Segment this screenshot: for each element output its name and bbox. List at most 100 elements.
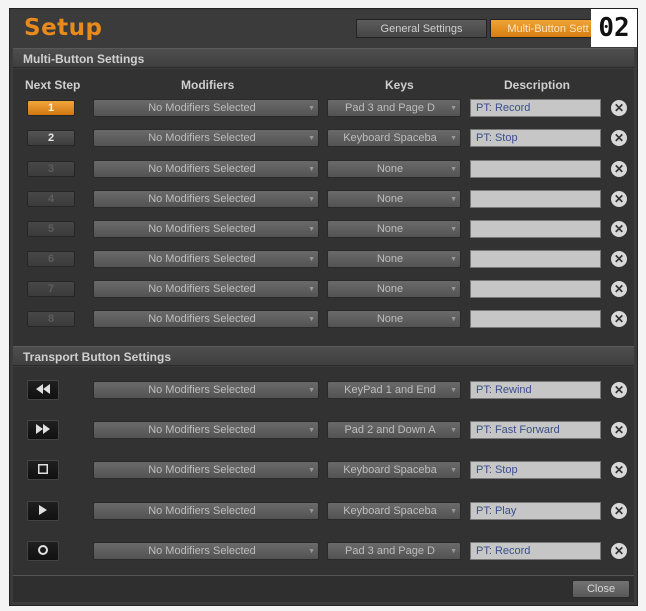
key-dropdown[interactable]: Pad 3 and Page D ▼	[327, 99, 461, 117]
description-field[interactable]: PT: Stop	[470, 461, 601, 479]
transport-row: No Modifiers Selected ▼ Pad 3 and Page D ▼ P…	[10, 540, 639, 562]
modifier-dropdown-value: No Modifiers Selected	[148, 283, 256, 295]
dropdown-caret-icon: ▼	[450, 105, 457, 112]
clear-x-icon[interactable]: ✕	[611, 543, 627, 559]
key-dropdown[interactable]: None ▼	[327, 160, 461, 178]
modifier-dropdown[interactable]: No Modifiers Selected ▼	[93, 99, 319, 117]
modifier-dropdown[interactable]: No Modifiers Selected ▼	[93, 542, 319, 560]
multi-button-row: 4 No Modifiers Selected ▼ None ▼ ✕	[10, 188, 639, 210]
dropdown-caret-icon: ▼	[308, 135, 315, 142]
dropdown-caret-icon: ▼	[308, 427, 315, 434]
clear-x-icon[interactable]: ✕	[611, 251, 627, 267]
dropdown-caret-icon: ▼	[450, 427, 457, 434]
transport-button[interactable]	[27, 420, 59, 440]
key-dropdown[interactable]: None ▼	[327, 250, 461, 268]
description-field[interactable]: PT: Record	[470, 542, 601, 560]
key-dropdown[interactable]: Pad 2 and Down A ▼	[327, 421, 461, 439]
modifier-dropdown-value: No Modifiers Selected	[148, 253, 256, 265]
key-dropdown[interactable]: KeyPad 1 and End ▼	[327, 381, 461, 399]
key-dropdown[interactable]: Pad 3 and Page D ▼	[327, 542, 461, 560]
column-header-description: Description	[504, 78, 571, 92]
modifier-dropdown-value: No Modifiers Selected	[148, 102, 256, 114]
next-step-button[interactable]: 5	[27, 221, 75, 237]
transport-button[interactable]	[27, 541, 59, 561]
transport-section-header: Transport Button Settings	[13, 346, 634, 366]
modifier-dropdown-value: No Modifiers Selected	[148, 132, 256, 144]
description-field[interactable]	[470, 160, 601, 178]
modifier-dropdown[interactable]: No Modifiers Selected ▼	[93, 461, 319, 479]
transport-row: No Modifiers Selected ▼ Keyboard Spaceba ▼ P…	[10, 500, 639, 522]
modifier-dropdown-value: No Modifiers Selected	[148, 505, 256, 517]
dropdown-caret-icon: ▼	[308, 196, 315, 203]
description-field[interactable]	[470, 310, 601, 328]
clear-x-icon[interactable]: ✕	[611, 462, 627, 478]
fast-forward-icon	[36, 421, 50, 439]
modifier-dropdown[interactable]: No Modifiers Selected ▼	[93, 220, 319, 238]
rewind-icon	[36, 381, 50, 399]
next-step-button[interactable]: 8	[27, 311, 75, 327]
close-button[interactable]: Close	[572, 580, 630, 598]
tab-multi-button-settings[interactable]: Multi-Button Sett	[490, 19, 606, 38]
description-field[interactable]: PT: Play	[470, 502, 601, 520]
next-step-button[interactable]: 4	[27, 191, 75, 207]
description-field[interactable]: PT: Rewind	[470, 381, 601, 399]
dropdown-caret-icon: ▼	[450, 286, 457, 293]
transport-button[interactable]	[27, 380, 59, 400]
key-dropdown[interactable]: None ▼	[327, 280, 461, 298]
modifier-dropdown[interactable]: No Modifiers Selected ▼	[93, 190, 319, 208]
key-dropdown-value: KeyPad 1 and End	[344, 384, 436, 396]
description-field[interactable]	[470, 250, 601, 268]
transport-row: No Modifiers Selected ▼ Keyboard Spaceba ▼ P…	[10, 459, 639, 481]
key-dropdown[interactable]: None ▼	[327, 190, 461, 208]
transport-button[interactable]	[27, 501, 59, 521]
clear-x-icon[interactable]: ✕	[611, 191, 627, 207]
modifier-dropdown[interactable]: No Modifiers Selected ▼	[93, 160, 319, 178]
modifier-dropdown[interactable]: No Modifiers Selected ▼	[93, 381, 319, 399]
next-step-button[interactable]: 1	[27, 100, 75, 116]
key-dropdown[interactable]: None ▼	[327, 220, 461, 238]
next-step-button[interactable]: 6	[27, 251, 75, 267]
key-dropdown-value: None	[376, 163, 404, 175]
clear-x-icon[interactable]: ✕	[611, 130, 627, 146]
key-dropdown[interactable]: None ▼	[327, 310, 461, 328]
clear-x-icon[interactable]: ✕	[611, 382, 627, 398]
next-step-button[interactable]: 3	[27, 161, 75, 177]
description-field[interactable]: PT: Stop	[470, 129, 601, 147]
clear-x-icon[interactable]: ✕	[611, 422, 627, 438]
modifier-dropdown[interactable]: No Modifiers Selected ▼	[93, 280, 319, 298]
modifier-dropdown-value: No Modifiers Selected	[148, 424, 256, 436]
dropdown-caret-icon: ▼	[450, 256, 457, 263]
description-field[interactable]: PT: Fast Forward	[470, 421, 601, 439]
clear-x-icon[interactable]: ✕	[611, 503, 627, 519]
modifier-dropdown[interactable]: No Modifiers Selected ▼	[93, 421, 319, 439]
description-field[interactable]	[470, 280, 601, 298]
dropdown-caret-icon: ▼	[308, 226, 315, 233]
figure-badge: 02	[591, 9, 637, 47]
key-dropdown[interactable]: Keyboard Spaceba ▼	[327, 129, 461, 147]
clear-x-icon[interactable]: ✕	[611, 281, 627, 297]
multi-button-row: 1 No Modifiers Selected ▼ Pad 3 and Page D ▼…	[10, 97, 639, 119]
dropdown-caret-icon: ▼	[308, 166, 315, 173]
clear-x-icon[interactable]: ✕	[611, 311, 627, 327]
modifier-dropdown[interactable]: No Modifiers Selected ▼	[93, 129, 319, 147]
description-field[interactable]	[470, 190, 601, 208]
transport-button[interactable]	[27, 460, 59, 480]
modifier-dropdown[interactable]: No Modifiers Selected ▼	[93, 502, 319, 520]
dropdown-caret-icon: ▼	[450, 508, 457, 515]
key-dropdown[interactable]: Keyboard Spaceba ▼	[327, 461, 461, 479]
tab-general-settings[interactable]: General Settings	[356, 19, 487, 38]
next-step-button[interactable]: 2	[27, 130, 75, 146]
description-field[interactable]	[470, 220, 601, 238]
modifier-dropdown[interactable]: No Modifiers Selected ▼	[93, 310, 319, 328]
column-header-keys: Keys	[385, 78, 414, 92]
description-field[interactable]: PT: Record	[470, 99, 601, 117]
modifier-dropdown[interactable]: No Modifiers Selected ▼	[93, 250, 319, 268]
clear-x-icon[interactable]: ✕	[611, 100, 627, 116]
next-step-button[interactable]: 7	[27, 281, 75, 297]
clear-x-icon[interactable]: ✕	[611, 221, 627, 237]
key-dropdown[interactable]: Keyboard Spaceba ▼	[327, 502, 461, 520]
dropdown-caret-icon: ▼	[450, 196, 457, 203]
dropdown-caret-icon: ▼	[308, 316, 315, 323]
clear-x-icon[interactable]: ✕	[611, 161, 627, 177]
key-dropdown-value: None	[376, 223, 404, 235]
